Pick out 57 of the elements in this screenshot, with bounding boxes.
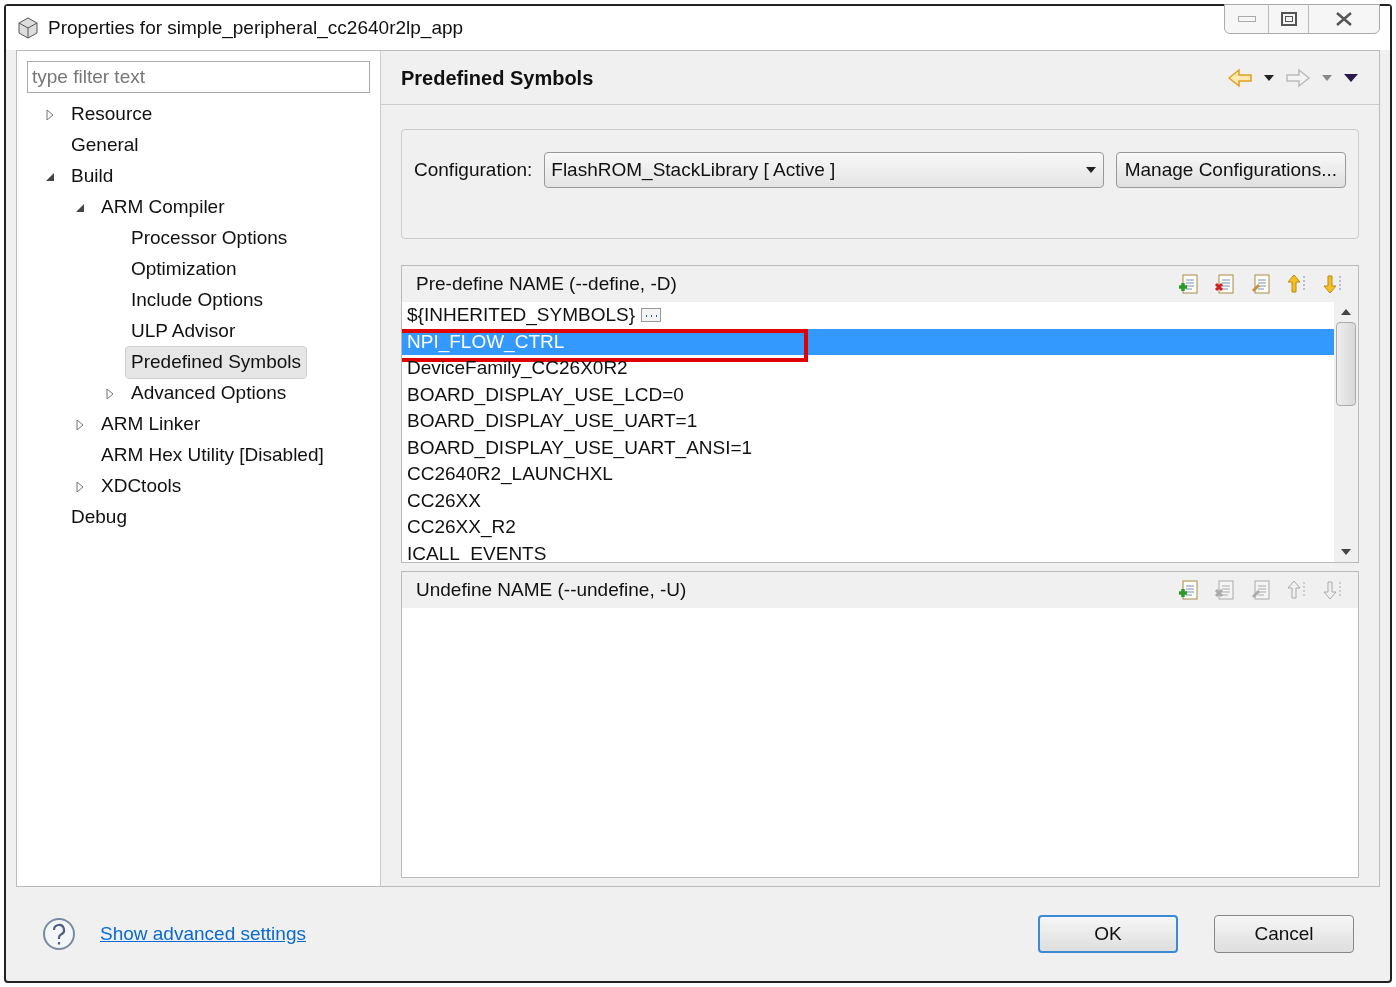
symbol-item[interactable]: DeviceFamily_CC26X0R2 xyxy=(402,355,1334,382)
tree-item[interactable]: Optimization xyxy=(125,253,243,286)
symbol-item[interactable]: CC26XX_R2 xyxy=(402,514,1334,541)
help-icon[interactable] xyxy=(42,917,76,951)
tree-item[interactable]: ARM Compiler xyxy=(95,191,231,224)
tree-item[interactable]: Resource xyxy=(65,98,159,131)
manage-configurations-button[interactable]: Manage Configurations... xyxy=(1115,152,1346,188)
cube-icon xyxy=(16,16,40,40)
up-arrow-icon[interactable] xyxy=(1286,273,1308,295)
tree-item[interactable]: Advanced Options xyxy=(125,377,293,410)
collapsed-arrow-icon[interactable] xyxy=(105,387,115,400)
tree-item[interactable]: Predefined Symbols xyxy=(125,346,308,379)
dropdown-caret-icon[interactable] xyxy=(1263,73,1275,82)
view-menu-icon[interactable] xyxy=(1343,72,1359,83)
tree-item[interactable]: Debug xyxy=(65,501,133,534)
dialog-button[interactable]: OK xyxy=(1038,915,1178,953)
window-title: Properties for simple_peripheral_cc2640r2lp_app xyxy=(48,15,464,41)
dropdown-caret-icon xyxy=(1084,166,1097,174)
tree-item[interactable]: Include Options xyxy=(125,284,270,317)
symbol-item[interactable]: CC26XX xyxy=(402,487,1334,514)
tree-item[interactable]: ARM Hex Utility [Disabled] xyxy=(95,439,330,472)
collapsed-arrow-icon[interactable] xyxy=(75,480,85,493)
list-title: Pre-define NAME (--define, -D) xyxy=(416,271,678,296)
scroll-down-icon[interactable] xyxy=(1340,548,1352,556)
page-title: Predefined Symbols xyxy=(401,65,594,91)
filter-field[interactable]: type filter text xyxy=(27,61,370,93)
symbol-item[interactable]: BOARD_DISPLAY_USE_UART=1 xyxy=(402,408,1334,435)
tree-item[interactable]: ULP Advisor xyxy=(125,315,242,348)
symbol-item[interactable]: BOARD_DISPLAY_USE_UART_ANSI=1 xyxy=(402,434,1334,461)
symbol-item[interactable]: ${INHERITED_SYMBOLS} xyxy=(402,302,1334,329)
collapsed-arrow-icon[interactable] xyxy=(75,418,85,431)
advanced-settings-link[interactable]: Show advanced settings xyxy=(100,919,306,949)
symbol-item[interactable]: CC2640R2_LAUNCHXL xyxy=(402,461,1334,488)
expanded-arrow-icon[interactable] xyxy=(45,171,55,182)
tree-item[interactable]: ARM Linker xyxy=(95,408,207,441)
back-arrow-icon[interactable] xyxy=(1227,67,1253,88)
configuration-label: Configuration: xyxy=(414,158,533,182)
delete-document-icon[interactable] xyxy=(1214,273,1236,295)
symbol-item[interactable]: ICALL_EVENTS xyxy=(402,540,1334,562)
dialog-button[interactable]: Cancel xyxy=(1214,915,1354,953)
tree-item[interactable]: Build xyxy=(65,160,120,193)
down-arrow-icon[interactable] xyxy=(1322,273,1344,295)
symbol-item[interactable]: BOARD_DISPLAY_USE_LCD=0 xyxy=(402,381,1334,408)
more-icon[interactable] xyxy=(641,308,662,323)
tree-item[interactable]: XDCtools xyxy=(95,470,188,503)
configuration-dropdown[interactable]: FlashROM_StackLibrary [ Active ] xyxy=(544,152,1104,188)
add-document-icon[interactable] xyxy=(1178,273,1200,295)
scrollbar[interactable] xyxy=(1334,302,1358,562)
collapsed-arrow-icon[interactable] xyxy=(45,108,55,121)
close-icon xyxy=(1335,12,1353,26)
list-title: Undefine NAME (--undefine, -U) xyxy=(416,577,688,602)
tree-item[interactable]: General xyxy=(65,129,145,162)
expanded-arrow-icon[interactable] xyxy=(75,202,85,213)
tree-item[interactable]: Processor Options xyxy=(125,222,294,255)
add-document-icon[interactable] xyxy=(1178,579,1200,601)
scroll-up-icon[interactable] xyxy=(1340,308,1352,316)
edit-document-icon[interactable] xyxy=(1250,273,1272,295)
